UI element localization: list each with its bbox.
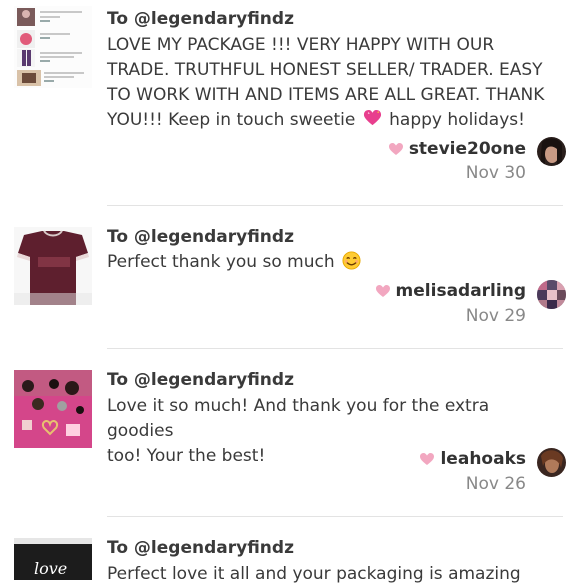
review-1-listing-thumbnail[interactable] bbox=[14, 6, 92, 88]
review-1-line-1: LOVE MY PACKAGE !!! VERY HAPPY WITH OUR bbox=[107, 35, 495, 55]
review-1-line-2: TRADE. TRUTHFUL HONEST SELLER/ TRADER. E… bbox=[107, 60, 543, 80]
review-3-recipient[interactable]: To @legendaryfindz bbox=[107, 370, 294, 390]
review-4-listing-thumbnail[interactable]: love bbox=[14, 538, 92, 580]
review-3-username[interactable]: leahoaks bbox=[440, 449, 526, 469]
heart-icon bbox=[388, 142, 403, 155]
review-2-username[interactable]: melisadarling bbox=[396, 281, 526, 301]
heart-icon bbox=[375, 284, 390, 297]
review-1-line-3: TO WORK WITH AND ITEMS ARE ALL GREAT. TH… bbox=[107, 85, 545, 105]
review-2-listing-thumbnail[interactable] bbox=[14, 227, 92, 305]
review-4-thumb-logo-text: love bbox=[34, 559, 67, 578]
review-3-avatar[interactable] bbox=[537, 448, 566, 477]
review-1-avatar[interactable] bbox=[537, 137, 566, 166]
review-2-reviewer[interactable]: melisadarling bbox=[375, 281, 526, 301]
review-divider bbox=[107, 516, 563, 517]
review-1-comment: LOVE MY PACKAGE !!! VERY HAPPY WITH OUR … bbox=[107, 33, 552, 133]
review-1-username[interactable]: stevie20one bbox=[409, 139, 526, 159]
sparkling-heart-icon bbox=[363, 109, 381, 126]
review-divider bbox=[107, 205, 563, 206]
review-4-comment: Perfect love it all and your packaging i… bbox=[107, 562, 552, 587]
review-3-listing-thumbnail[interactable] bbox=[14, 370, 92, 448]
review-1-date: Nov 30 bbox=[465, 163, 526, 183]
review-4-line-1: Perfect love it all and your packaging i… bbox=[107, 564, 521, 584]
review-1-reviewer[interactable]: stevie20one bbox=[388, 139, 526, 159]
heart-icon bbox=[420, 452, 435, 465]
smiling-face-icon bbox=[342, 251, 361, 270]
review-3-date: Nov 26 bbox=[465, 474, 526, 494]
review-1-line-4: YOU!!! Keep in touch sweetie happy holid… bbox=[107, 109, 525, 130]
review-4-recipient[interactable]: To @legendaryfindz bbox=[107, 538, 294, 558]
review-2-recipient[interactable]: To @legendaryfindz bbox=[107, 227, 294, 247]
review-3-reviewer[interactable]: leahoaks bbox=[420, 449, 526, 469]
review-2-avatar[interactable] bbox=[537, 280, 566, 309]
review-divider bbox=[107, 348, 563, 349]
review-2-date: Nov 29 bbox=[465, 306, 526, 326]
review-3-line-1: Love it so much! And thank you for the e… bbox=[107, 396, 490, 441]
review-2-comment: Perfect thank you so much bbox=[107, 250, 552, 275]
review-1-recipient[interactable]: To @legendaryfindz bbox=[107, 9, 294, 29]
